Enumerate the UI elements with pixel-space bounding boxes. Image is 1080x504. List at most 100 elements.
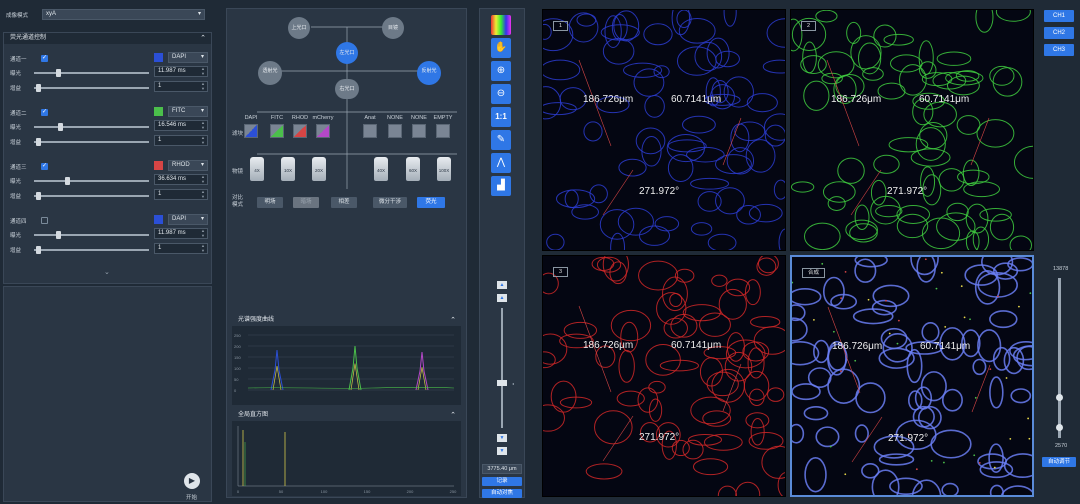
contrast-mode-button[interactable]: 暗场 [293, 197, 319, 208]
transmit-node[interactable]: 透射光 [258, 61, 282, 85]
dye-select[interactable]: RHOD ▾ [168, 160, 208, 171]
channel-color-swatch[interactable] [154, 215, 163, 224]
auto-focus-button[interactable]: 自动对焦 [482, 489, 522, 498]
chevron-up-icon[interactable]: ⌃ [450, 315, 456, 326]
objective-lens[interactable]: 20X [312, 157, 326, 181]
slider-thumb[interactable] [56, 69, 61, 77]
filter-label: 滤块 [232, 131, 244, 137]
dye-select[interactable]: DAPI ▾ [168, 214, 208, 225]
gain-input[interactable]: 1 ▲ ▼ [154, 81, 208, 92]
cell-outline [915, 127, 946, 161]
gain-slider[interactable] [34, 84, 149, 92]
zoom-in-icon[interactable]: ⊕ [491, 61, 511, 81]
step-up-icon[interactable]: ▲ [497, 281, 507, 289]
gain-input[interactable]: 1 ▲ ▼ [154, 135, 208, 146]
objective-lens[interactable]: 4X [250, 157, 264, 181]
spinner-icon: ▲ ▼ [201, 81, 205, 91]
gain-slider[interactable] [34, 246, 149, 254]
channel-checkbox[interactable] [41, 54, 48, 62]
cell-outline [936, 212, 976, 241]
slider-thumb[interactable] [58, 123, 64, 131]
objective-lens[interactable]: 40X [374, 157, 388, 181]
slider-thumb[interactable] [36, 84, 41, 92]
gain-input[interactable]: 1 ▲ ▼ [154, 189, 208, 200]
channel-color-swatch[interactable] [154, 53, 163, 62]
hand-icon[interactable]: ✋ [491, 38, 511, 58]
ch2-button[interactable]: CH2 [1044, 27, 1074, 39]
slider-thumb[interactable] [36, 246, 41, 254]
chevron-up-icon[interactable]: ⌃ [450, 410, 456, 421]
cell-dot [844, 473, 847, 476]
gain-slider[interactable] [34, 138, 149, 146]
cell-outline [682, 115, 716, 134]
actual-size-icon[interactable]: 1:1 [491, 107, 511, 127]
contrast-mode-button[interactable]: 荧光 [417, 197, 445, 208]
mode-select[interactable]: xyA ▾ [42, 9, 205, 20]
cell-outline [807, 367, 832, 389]
exposure-input[interactable]: 16.546 ms ▲ ▼ [154, 120, 208, 131]
slider-thumb[interactable] [64, 177, 70, 185]
cell-outline [916, 257, 936, 283]
fast-up-icon[interactable]: ▲ [497, 294, 507, 302]
exposure-slider[interactable] [34, 123, 149, 131]
focus-thumb[interactable] [497, 380, 507, 386]
channel-checkbox[interactable] [41, 217, 48, 224]
exposure-slider[interactable] [34, 69, 149, 77]
viewer-1[interactable]: 1 186.726μm 60.7141μm 271.972° [542, 9, 786, 251]
slider-thumb[interactable] [56, 231, 61, 239]
exposure-slider[interactable] [34, 231, 149, 239]
focus-track[interactable] [501, 308, 503, 428]
channel-checkbox[interactable] [41, 108, 48, 116]
dye-select[interactable]: DAPI ▾ [168, 52, 208, 63]
contrast-mode-button[interactable]: 微分干涉 [373, 197, 407, 208]
range-track[interactable] [1058, 278, 1061, 438]
cell-outline [889, 54, 923, 73]
cell-outline [610, 232, 626, 250]
record-button[interactable]: 记录 [482, 477, 522, 486]
fast-down-icon[interactable]: ▼ [497, 434, 507, 442]
line-profile-icon[interactable]: ⋀ [491, 153, 511, 173]
channel-color-swatch[interactable] [154, 107, 163, 116]
cell-outline [766, 18, 785, 48]
slider-thumb[interactable] [36, 192, 41, 200]
objective-lens[interactable]: 60X [406, 157, 420, 181]
viewer-2[interactable]: 2 186.726μm 60.7141μm 271.972° [790, 9, 1034, 251]
gain-input[interactable]: 1 ▲ ▼ [154, 243, 208, 254]
zoom-out-icon[interactable]: ⊖ [491, 84, 511, 104]
gain-slider[interactable] [34, 192, 149, 200]
channel-color-swatch[interactable] [154, 161, 163, 170]
exposure-input[interactable]: 36.634 ms ▲ ▼ [154, 174, 208, 185]
play-icon[interactable]: ▶ [184, 473, 200, 489]
ch3-button[interactable]: CH3 [1044, 44, 1074, 56]
exposure-input[interactable]: 11.987 ms ▲ ▼ [154, 228, 208, 239]
range-thumb-high[interactable] [1056, 394, 1063, 401]
slider-thumb[interactable] [36, 138, 41, 146]
right-port-node[interactable]: 右光口 [335, 79, 359, 99]
contrast-mode-button[interactable]: 相差 [331, 197, 357, 208]
cell-dot [888, 332, 891, 335]
dye-select[interactable]: FITC ▾ [168, 106, 208, 117]
color-palette-icon[interactable] [491, 15, 511, 35]
chevron-up-icon[interactable]: ⌃ [200, 33, 206, 44]
cell-outline [804, 457, 827, 493]
step-down-icon[interactable]: ▼ [497, 447, 507, 455]
reflect-node[interactable]: 反射光 [417, 61, 441, 85]
eyepiece-node[interactable]: 目镜 [382, 17, 404, 39]
left-port-node[interactable]: 左光口 [336, 42, 358, 64]
objective-lens[interactable]: 100X [437, 157, 451, 181]
expand-icon[interactable]: ⌄ [104, 268, 110, 276]
contrast-mode-button[interactable]: 明场 [257, 197, 283, 208]
range-thumb-low[interactable] [1056, 424, 1063, 431]
histogram-icon[interactable]: ▟ [491, 176, 511, 196]
top-port-node[interactable]: 上光口 [288, 17, 310, 39]
measure-line [722, 117, 742, 166]
auto-adjust-button[interactable]: 自动调节 [1042, 457, 1076, 467]
ch1-button[interactable]: CH1 [1044, 10, 1074, 22]
channel-checkbox[interactable] [41, 162, 48, 170]
viewer-3[interactable]: 3 186.726μm 60.7141μm 271.972° [542, 255, 786, 497]
viewer-merged[interactable]: 合成 186.726μm 60.7141μm 271.972° [790, 255, 1034, 497]
exposure-input[interactable]: 11.987 ms ▲ ▼ [154, 66, 208, 77]
ruler-icon[interactable]: ✎ [491, 130, 511, 150]
objective-lens[interactable]: 10X [281, 157, 295, 181]
exposure-slider[interactable] [34, 177, 149, 185]
